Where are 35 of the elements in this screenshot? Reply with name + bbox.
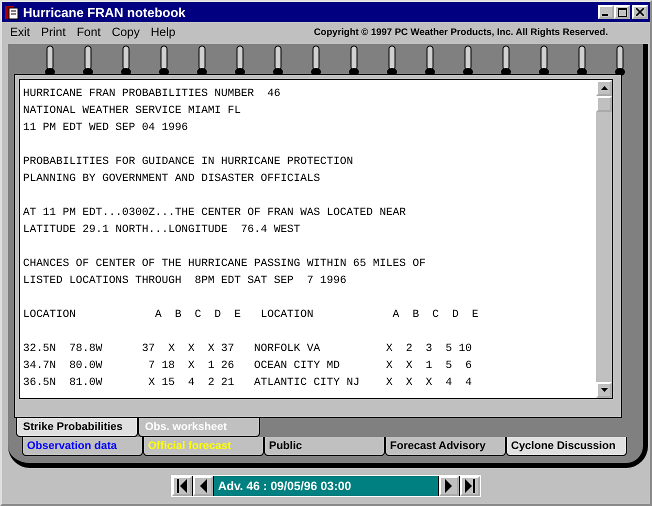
report-line: PLANNING BY GOVERNMENT AND DISASTER OFFICIALS [23,172,322,187]
copyright-notice: Copyright © 1997 PC Weather Products, Inc. All Rights Reserved. [314,26,608,38]
scrollbar[interactable] [596,80,612,398]
report-line: 32.5N 78.8W 37 X X X 37 NORFOLK VA X 2 3 5 10 [23,342,473,357]
tab[interactable]: Public [264,437,385,456]
report-line: AT 11 PM EDT...0300Z...THE CENTER OF FRAN WAS LOCATED NEAR [23,206,407,221]
report-line: LOCATION A B C D E LOCATION A B C D E [23,308,480,323]
menu-item[interactable]: Font [76,25,101,39]
report-line: 36.5N 81.0W X 15 4 2 21 ATLANTIC CITY NJ X X X 4 4 [23,376,473,391]
report-line: 11 PM EDT WED SEP 04 1996 [23,121,190,136]
tab[interactable]: Forecast Advisory [385,437,506,456]
close-icon [636,8,644,16]
menu-item[interactable]: Print [41,25,66,39]
report-line: HURRICANE FRAN PROBABILITIES NUMBER 46 [23,87,282,102]
scroll-down-icon[interactable] [600,388,608,392]
minimize-button[interactable] [598,5,614,19]
book-icon [4,4,20,20]
scroll-thumb[interactable] [596,96,612,112]
menu-item[interactable]: Copy [112,25,140,39]
close-button[interactable] [632,5,648,19]
menu-item[interactable]: Exit [10,25,30,39]
maximize-button[interactable] [614,5,630,19]
report-line: 34.7N 80.0W 7 18 X 1 26 OCEAN CITY MD X X 1 5 6 [23,359,473,374]
window-title: Hurricane FRAN notebook [23,4,187,20]
report-line: NATIONAL WEATHER SERVICE MIAMI FL [23,104,242,119]
menu-item[interactable]: Help [150,25,176,39]
tab[interactable]: Cyclone Discussion [506,437,627,456]
tab[interactable]: Observation data [22,437,143,456]
report-line: LATITUDE 29.1 NORTH...LONGITUDE 76.4 WEST [23,223,302,238]
report-line: PROBABILITIES FOR GUIDANCE IN HURRICANE PROTECTION [23,155,354,170]
maximize-icon [618,8,626,16]
report-line: CHANCES OF CENTER OF THE HURRICANE PASSING WITHIN 65 MILES OF [23,257,427,272]
tab[interactable]: Strike Probabilities [16,418,138,437]
report-line: LISTED LOCATIONS THROUGH 8PM EDT SAT SEP 7 1996 [23,274,348,289]
scroll-up-icon[interactable] [600,86,608,90]
